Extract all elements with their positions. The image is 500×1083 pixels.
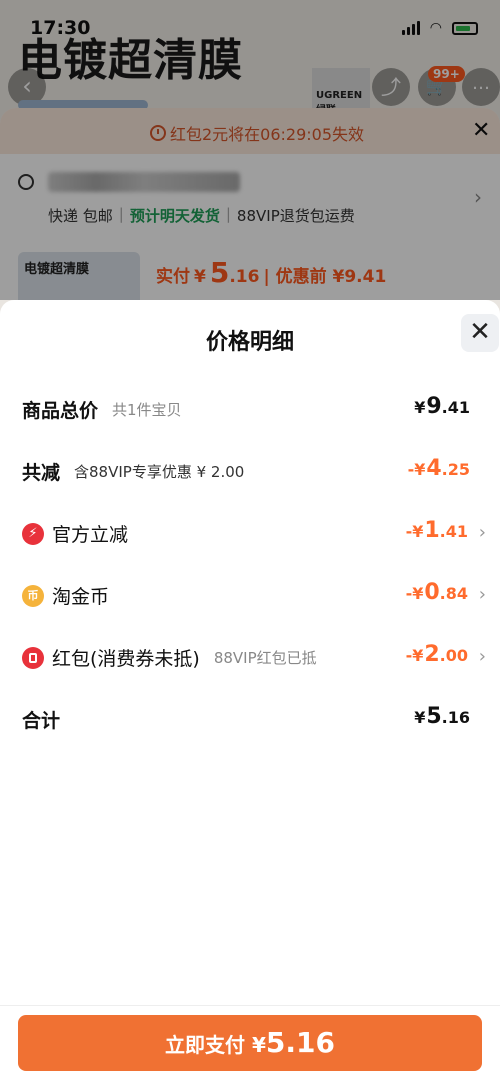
chevron-right-icon: ›	[478, 584, 486, 605]
goods-total-amount: ¥9.41	[414, 394, 470, 419]
taojinbi-label: 淘金币	[52, 586, 110, 608]
close-button[interactable]: ✕	[461, 314, 499, 352]
pay-now-amount: 5.16	[265, 1026, 335, 1059]
sum-label: 合计	[22, 710, 61, 732]
pay-now-yen: ¥	[251, 1033, 266, 1057]
coin-icon: 币	[22, 584, 44, 607]
red-packet-label: 红包(消费券未抵)	[52, 648, 200, 670]
chevron-right-icon: ›	[478, 522, 486, 543]
vip-discount-note: 含88VIP专享优惠 ¥ 2.00	[74, 463, 245, 481]
row-total-reduction: 共减 含88VIP专享优惠 ¥ 2.00 -¥4.25	[0, 450, 500, 490]
row-goods-total: 商品总价 共1件宝贝 ¥9.41	[0, 388, 500, 428]
official-discount-amount: -¥1.41	[405, 518, 468, 543]
lightning-icon: ⚡	[22, 522, 44, 545]
goods-count: 共1件宝贝	[112, 401, 182, 419]
chevron-right-icon: ›	[478, 646, 486, 667]
total-reduction-label: 共减	[22, 462, 61, 484]
red-packet-note: 88VIP红包已抵	[213, 649, 317, 667]
pay-now-label: 立即支付	[165, 1033, 245, 1057]
background-page: 电镀超清膜 17:30 ◠ ‹ UGREEN 绿联 ⤴ 🛒 99+ … 红包2元…	[0, 0, 500, 300]
sum-amount: ¥5.16	[414, 704, 470, 729]
bottom-divider	[0, 1005, 500, 1006]
goods-total-label: 商品总价	[22, 400, 99, 422]
official-discount-label: 官方立减	[52, 524, 129, 546]
dim-overlay[interactable]	[0, 0, 500, 300]
price-detail-sheet: 价格明细 ✕ 商品总价 共1件宝贝 ¥9.41 共减 含88VIP专享优惠 ¥ 2.…	[0, 300, 500, 1083]
close-icon: ✕	[469, 317, 491, 347]
taojinbi-amount: -¥0.84	[405, 580, 468, 605]
row-sum: 合计 ¥5.16	[0, 698, 500, 738]
row-red-packet[interactable]: 红包(消费券未抵) 88VIP红包已抵 -¥2.00 ›	[0, 636, 500, 676]
total-reduction-amount: -¥4.25	[407, 456, 470, 481]
red-packet-icon	[22, 646, 44, 669]
row-official-discount[interactable]: ⚡ 官方立减 -¥1.41 ›	[0, 512, 500, 552]
pay-now-button[interactable]: 立即支付 ¥5.16	[18, 1015, 482, 1071]
red-packet-amount: -¥2.00	[405, 642, 468, 667]
sheet-title: 价格明细	[205, 330, 294, 355]
row-taojinbi[interactable]: 币淘金币 -¥0.84 ›	[0, 574, 500, 614]
